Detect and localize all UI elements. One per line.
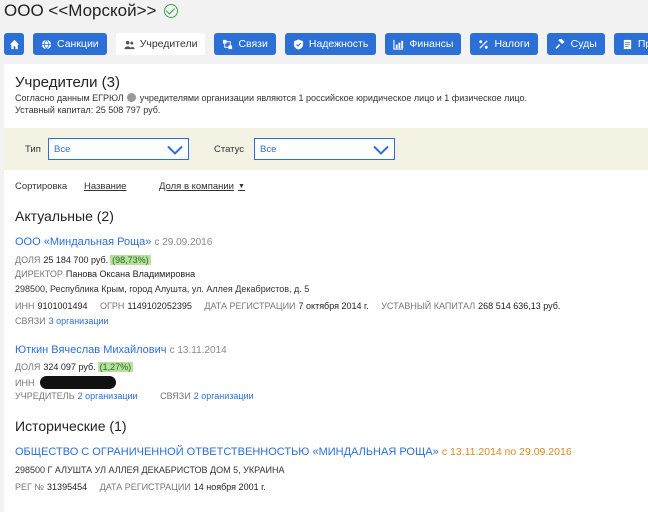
home-icon: [9, 39, 20, 50]
share-percent-badge: (1,27%): [97, 362, 134, 372]
tab-sanctions[interactable]: Санкции: [33, 33, 107, 55]
founders-title: Учредители (3): [15, 74, 121, 91]
type-filter-label: Тип: [25, 144, 41, 155]
founder-org-address: 298500, Республика Крым, город Алушта, у…: [15, 284, 310, 294]
document-icon: [622, 39, 633, 50]
founder-org-share: ДОЛЯ 25 184 700 руб. (98,73%): [15, 255, 151, 265]
chevron-down-icon: [373, 145, 389, 155]
globe-icon: [41, 39, 52, 50]
company-title: ООО <<Морской>>: [4, 1, 157, 20]
chevron-down-icon: [167, 145, 183, 155]
tab-label: Налоги: [494, 38, 530, 50]
founders-description: Согласно данным ЕГРЮЛ учредителями орган…: [15, 93, 527, 103]
tab-finance[interactable]: Финансы: [385, 33, 462, 55]
current-founders-title: Актуальные (2): [15, 208, 114, 224]
section-tabs: Санкции Учредители Связи Надежность Фина…: [4, 33, 648, 55]
info-icon[interactable]: [127, 93, 137, 102]
historical-org-details: РЕГ № 31395454 ДАТА РЕГИСТРАЦИИ 14 ноября …: [15, 482, 266, 492]
founder-person-link[interactable]: Юткин Вячеслав Михайлович с 13.11.2014: [15, 344, 227, 356]
people-icon: [124, 39, 135, 50]
percent-icon: [478, 39, 489, 50]
sort-by-name[interactable]: Название: [84, 181, 126, 192]
status-select[interactable]: Все: [254, 138, 395, 160]
redacted-value: [40, 376, 117, 389]
tab-label: Учредители: [139, 38, 198, 50]
type-select[interactable]: Все: [48, 138, 189, 160]
founder-person-relations: УЧРЕДИТЕЛЬ 2 организации СВЯЗИ 2 организац…: [15, 391, 254, 401]
tab-taxes[interactable]: Налоги: [470, 33, 538, 55]
tab-courts[interactable]: Суды: [546, 33, 605, 55]
founder-org-link[interactable]: ООО «Миндальная Роща» с 29.09.2016: [15, 236, 212, 248]
links-count-link[interactable]: 3 организации: [49, 316, 109, 326]
tab-label: Про: [637, 38, 648, 50]
links-count-link[interactable]: 2 организации: [194, 391, 254, 401]
authorized-capital: Уставный капитал: 25 508 797 руб.: [15, 105, 161, 115]
founder-org-links: СВЯЗИ 3 организации: [15, 316, 109, 326]
tab-label: Связи: [238, 38, 268, 50]
share-percent-badge: (98,73%): [110, 255, 151, 265]
historical-org-address: 298500 Г АЛУШТА УЛ АЛЛЕЯ ДЕКАБРИСТОВ ДОМ…: [15, 465, 285, 475]
link-icon: [222, 39, 233, 50]
sort-by-share[interactable]: Доля в компании ▼: [159, 181, 245, 192]
tab-label: Санкции: [57, 38, 99, 50]
gavel-icon: [554, 38, 566, 50]
tab-label: Надежность: [308, 38, 369, 50]
shield-icon: [293, 38, 304, 50]
tab-home[interactable]: [4, 33, 24, 55]
founder-person-inn: ИНН: [15, 376, 117, 389]
founder-org-details: ИНН 9101001494 ОГРН 1149102052395 ДАТА РЕГ…: [15, 301, 561, 311]
founder-person-share: ДОЛЯ 324 097 руб. (1,27%): [15, 362, 134, 372]
tab-label: Финансы: [409, 38, 454, 50]
historical-org-link[interactable]: ОБЩЕСТВО С ОГРАНИЧЕННОЙ ОТВЕТСТВЕННОСТЬЮ…: [15, 446, 572, 458]
founders-panel: Учредители (3) Согласно данным ЕГРЮЛ учр…: [4, 64, 648, 512]
tab-label: Суды: [570, 38, 597, 50]
founder-org-director: ДИРЕКТОР Панова Оксана Владимировна: [15, 269, 196, 279]
tab-reliability[interactable]: Надежность: [284, 33, 377, 55]
company-header: ООО <<Морской>>: [4, 0, 179, 22]
tab-more[interactable]: Про: [613, 33, 648, 55]
sort-label: Сортировка: [15, 181, 68, 192]
tab-links[interactable]: Связи: [214, 33, 276, 55]
chart-icon: [393, 39, 404, 50]
status-filter-label: Статус: [214, 144, 245, 155]
founder-count-link[interactable]: 2 организации: [78, 391, 138, 401]
verified-check-icon: [164, 4, 179, 18]
sort-arrow-icon: ▼: [238, 183, 245, 190]
historical-founders-title: Исторические (1): [15, 418, 127, 434]
tab-founders[interactable]: Учредители: [115, 33, 206, 55]
